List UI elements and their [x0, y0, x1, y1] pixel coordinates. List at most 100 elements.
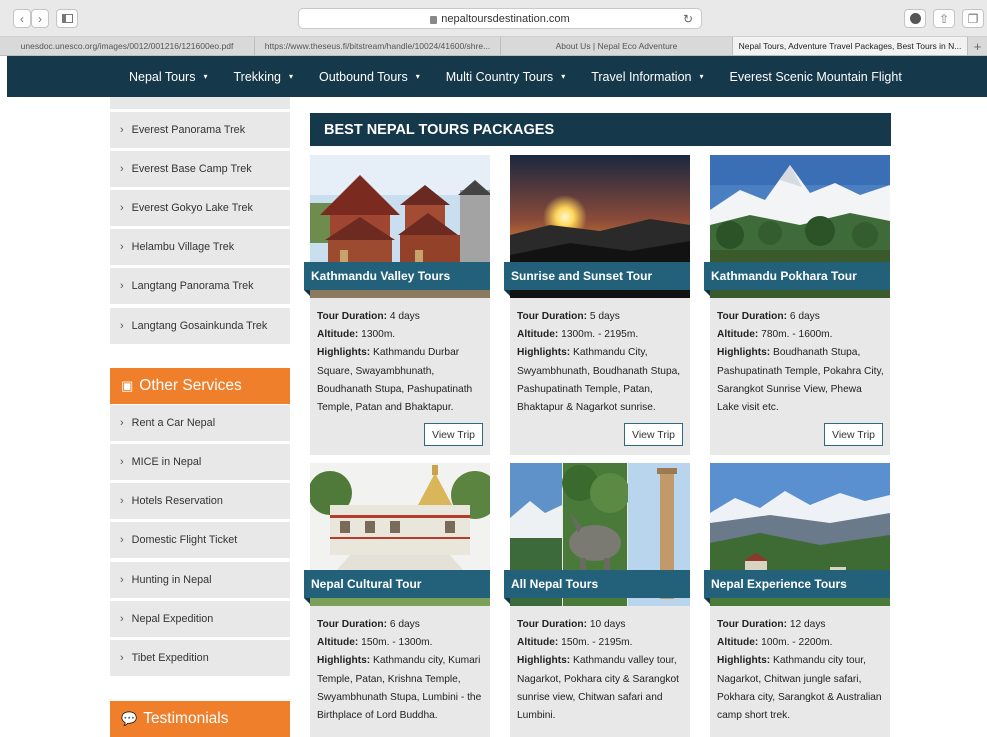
chevron-right-icon: › — [120, 574, 124, 586]
tour-card: All Nepal Tours Tour Duration: 10 days A… — [504, 463, 690, 737]
nav-label: Multi Country Tours — [445, 69, 554, 84]
tour-card: Kathmandu Valley Tours Tour Duration: 4 … — [304, 155, 490, 455]
view-trip-button[interactable]: View Trip — [824, 423, 883, 446]
tour-title: Nepal Cultural Tour — [311, 577, 422, 591]
tab-label: unesdoc.unesco.org/images/0012/001216/12… — [20, 41, 234, 51]
forward-button[interactable]: › — [31, 9, 49, 28]
tab-unesdoc[interactable]: unesdoc.unesco.org/images/0012/001216/12… — [0, 37, 255, 55]
tour-title-ribbon[interactable]: Nepal Cultural Tour — [304, 570, 490, 604]
sidebar-item-langtang-gosainkunda[interactable]: › Langtang Gosainkunda Trek — [110, 308, 290, 344]
nav-label: Outbound Tours — [318, 69, 408, 84]
tab-bar: unesdoc.unesco.org/images/0012/001216/12… — [0, 37, 987, 56]
sidebar-toggle-button[interactable] — [56, 9, 78, 28]
show-tabs-button[interactable]: ❐ — [962, 9, 984, 28]
sidebar-item-everest-panorama[interactable]: › Everest Panorama Trek — [110, 112, 290, 148]
duration-value: 6 days — [389, 619, 420, 630]
nav-everest-scenic-flight[interactable]: Everest Scenic Mountain Flight — [730, 70, 902, 84]
tour-title-ribbon[interactable]: Kathmandu Valley Tours — [304, 262, 490, 296]
tour-title: All Nepal Tours — [511, 577, 599, 591]
reload-icon[interactable]: ↻ — [683, 12, 693, 26]
sidebar-item-label: Hotels Reservation — [131, 495, 223, 507]
sidebar-item-mice[interactable]: › MICE in Nepal — [110, 444, 290, 480]
sidebar-icon — [61, 14, 73, 23]
sidebar-item-label: Langtang Gosainkunda Trek — [131, 320, 268, 332]
tour-title-ribbon[interactable]: All Nepal Tours — [504, 570, 690, 604]
sidebar-item-nepal-expedition[interactable]: › Nepal Expedition — [110, 601, 290, 637]
duration-label: Tour Duration: — [717, 619, 787, 630]
caret-down-icon: ▾ — [288, 72, 293, 81]
highlights-label: Highlights: — [517, 655, 571, 667]
sidebar-item-label: Tibet Expedition — [131, 652, 209, 664]
sidebar-item-helambu[interactable]: › Helambu Village Trek — [110, 229, 290, 265]
tour-card: Sunrise and Sunset Tour Tour Duration: 5… — [504, 155, 690, 455]
duration-label: Tour Duration: — [517, 311, 587, 322]
sidebar-item-label: Everest Gokyo Lake Trek — [131, 202, 253, 214]
view-trip-button[interactable]: View Trip — [424, 423, 483, 446]
tour-title: Sunrise and Sunset Tour — [511, 269, 653, 283]
highlights-label: Highlights: — [717, 347, 771, 359]
sidebar-item-label: Hunting in Nepal — [131, 574, 212, 586]
highlights-label: Highlights: — [517, 347, 571, 359]
sidebar-item-hunting[interactable]: › Hunting in Nepal — [110, 562, 290, 598]
view-trip-button[interactable]: View Trip — [624, 423, 683, 446]
duration-value: 6 days — [789, 311, 820, 322]
tour-info: Tour Duration: 4 days Altitude: 1300m. H… — [317, 308, 485, 417]
nav-label: Nepal Tours — [129, 69, 196, 84]
nav-travel-information[interactable]: Travel Information ▾ — [591, 70, 703, 84]
nav-label: Travel Information — [591, 69, 692, 84]
download-icon — [909, 13, 921, 24]
nav-outbound-tours[interactable]: Outbound Tours ▾ — [319, 70, 420, 84]
sidebar-item-everest-base-camp[interactable]: › Everest Base Camp Trek — [110, 151, 290, 187]
nav-label: Trekking — [233, 69, 281, 84]
sidebar-item-label: Everest Panorama Trek — [131, 124, 246, 136]
share-icon: ⇧ — [938, 11, 950, 26]
tab-about-us[interactable]: About Us | Nepal Eco Adventure — [501, 37, 733, 55]
nav-nepal-tours[interactable]: Nepal Tours ▾ — [129, 70, 208, 84]
caret-down-icon: ▾ — [699, 72, 704, 81]
sidebar-item-label: Nepal Expedition — [131, 613, 214, 625]
caret-down-icon: ▾ — [561, 72, 566, 81]
chevron-right-icon: › — [120, 652, 124, 664]
duration-label: Tour Duration: — [717, 311, 787, 322]
tour-title-ribbon[interactable]: Sunrise and Sunset Tour — [504, 262, 690, 296]
heading-label: Other Services — [139, 377, 242, 394]
chevron-left-icon: ‹ — [20, 11, 24, 26]
sidebar-item-tibet-expedition[interactable]: › Tibet Expedition — [110, 640, 290, 676]
downloads-button[interactable] — [904, 9, 926, 28]
sidebar-item-label: Langtang Panorama Trek — [131, 280, 254, 292]
altitude-label: Altitude: — [517, 637, 559, 649]
tour-title-ribbon[interactable]: Kathmandu Pokhara Tour — [704, 262, 890, 296]
sidebar-item-label: Everest Base Camp Trek — [131, 163, 252, 175]
other-services-heading: ▣ Other Services — [110, 368, 290, 404]
nav-trekking[interactable]: Trekking ▾ — [234, 70, 293, 84]
nav-multi-country-tours[interactable]: Multi Country Tours ▾ — [446, 70, 565, 84]
altitude-value: 150m. - 1300m. — [361, 637, 433, 649]
tab-theseus[interactable]: https://www.theseus.fi/bitstream/handle/… — [255, 37, 501, 55]
chevron-right-icon: › — [120, 320, 124, 332]
back-button[interactable]: ‹ — [13, 9, 31, 28]
tour-info: Tour Duration: 6 days Altitude: 780m. - … — [717, 308, 885, 417]
main-nav: Nepal Tours ▾ Trekking ▾ Outbound Tours ▾ M… — [7, 56, 987, 97]
tab-label: https://www.theseus.fi/bitstream/handle/… — [264, 41, 491, 51]
sidebar-item-everest-gokyo[interactable]: › Everest Gokyo Lake Trek — [110, 190, 290, 226]
tab-label: About Us | Nepal Eco Adventure — [555, 41, 678, 51]
new-tab-button[interactable]: + — [968, 37, 987, 55]
altitude-value: 1300m. — [361, 329, 396, 341]
tour-title: Kathmandu Valley Tours — [311, 269, 451, 283]
share-button[interactable]: ⇧ — [933, 9, 955, 28]
sidebar-item-domestic-flight[interactable]: › Domestic Flight Ticket — [110, 522, 290, 558]
sidebar-item-langtang-panorama[interactable]: › Langtang Panorama Trek — [110, 268, 290, 304]
tour-title: Kathmandu Pokhara Tour — [711, 269, 857, 283]
tour-card: Kathmandu Pokhara Tour Tour Duration: 6 … — [704, 155, 890, 455]
nav-label: Everest Scenic Mountain Flight — [729, 69, 902, 84]
address-bar[interactable]: nepaltoursdestination.com ↻ — [298, 8, 702, 29]
sidebar-item-label: Rent a Car Nepal — [131, 417, 216, 429]
sidebar-item-rent-a-car[interactable]: › Rent a Car Nepal — [110, 405, 290, 441]
tab-nepal-tours[interactable]: Nepal Tours, Adventure Travel Packages, … — [733, 37, 968, 55]
chevron-right-icon: › — [120, 241, 124, 253]
highlights-label: Highlights: — [317, 347, 371, 359]
tour-title-ribbon[interactable]: Nepal Experience Tours — [704, 570, 890, 604]
caret-down-icon: ▾ — [203, 72, 208, 81]
sidebar-item-label: Helambu Village Trek — [131, 241, 235, 253]
sidebar-item-hotels[interactable]: › Hotels Reservation — [110, 483, 290, 519]
